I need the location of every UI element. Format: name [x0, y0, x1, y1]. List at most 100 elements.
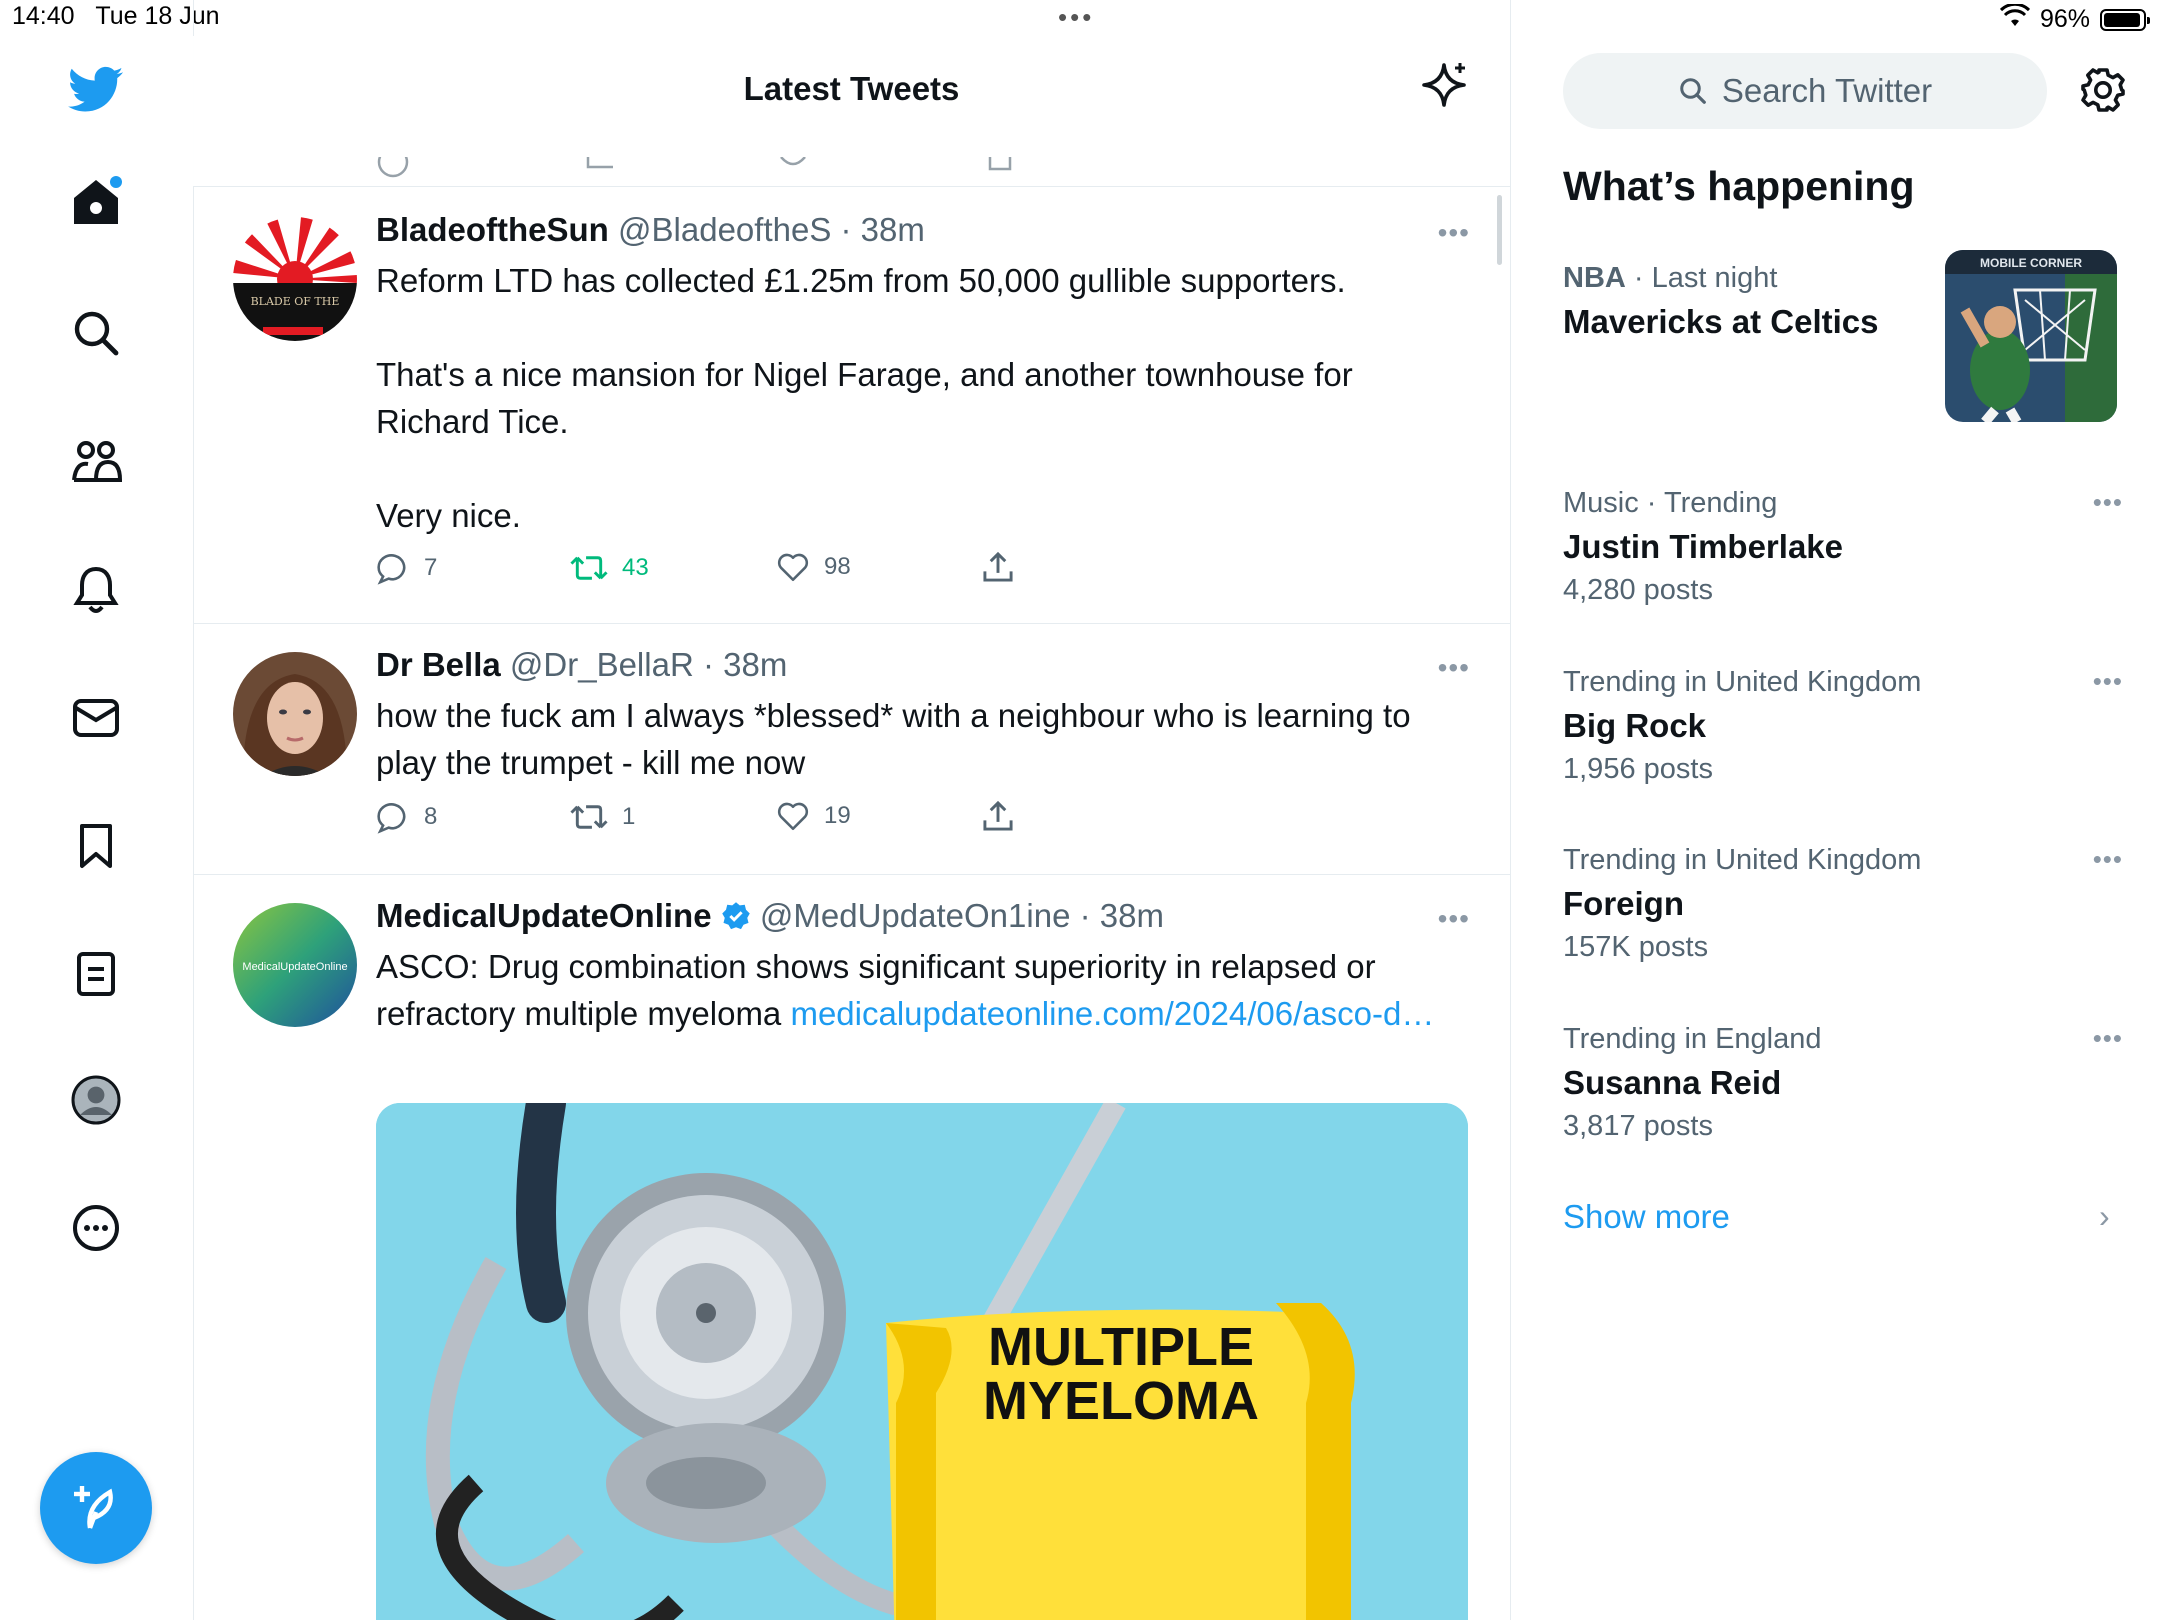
tweet-more-button[interactable]: •••: [1438, 652, 1470, 684]
search-icon[interactable]: [66, 303, 126, 363]
profile-avatar-icon[interactable]: [66, 1070, 126, 1130]
trend-name: Susanna Reid: [1563, 1064, 1782, 1101]
reply-count: 7: [424, 554, 438, 581]
communities-icon[interactable]: [66, 432, 126, 492]
trend-name: Justin Timberlake: [1563, 528, 1844, 565]
sparkle-timeline-icon[interactable]: [1420, 61, 1470, 116]
trend-more-button[interactable]: •••: [2093, 487, 2123, 518]
svg-text:MULTIPLE: MULTIPLE: [988, 1317, 1254, 1377]
separator-dot: ·: [831, 211, 861, 248]
retweet-icon: [570, 556, 608, 580]
author-name[interactable]: MedicalUpdateOnline: [376, 897, 712, 934]
retweet-icon: [570, 805, 608, 829]
svg-text:MYELOMA: MYELOMA: [983, 1371, 1259, 1431]
tweet-time[interactable]: 38m: [861, 211, 925, 248]
search-icon: [1680, 78, 1706, 104]
chevron-right-icon: ›: [2099, 1198, 2110, 1234]
twitter-logo-icon[interactable]: [66, 60, 126, 120]
notifications-bell-icon[interactable]: [66, 560, 126, 620]
author-handle[interactable]: @BladeoftheS: [618, 211, 831, 248]
share-button[interactable]: [982, 551, 1014, 583]
author-handle[interactable]: @Dr_BellaR: [510, 646, 694, 683]
trend-count: 4,280 posts: [1563, 574, 1713, 606]
trend-more-button[interactable]: •••: [2093, 666, 2123, 697]
trend-item[interactable]: Trending in England Susanna Reid 3,817 p…: [1563, 1023, 2123, 1143]
trend-name: Foreign: [1563, 885, 1684, 922]
scrolled-tweet-actions: [193, 157, 1510, 185]
section-title: What’s happening: [1563, 163, 1915, 209]
svg-text:MOBILE CORNER: MOBILE CORNER: [1980, 256, 2082, 270]
trend-context-extra: Last night: [1651, 262, 1778, 294]
like-count: 98: [824, 553, 851, 580]
trend-count: 3,817 posts: [1563, 1110, 1713, 1142]
svg-text:BLADE OF THE: BLADE OF THE: [251, 295, 340, 308]
trend-context: Trending in United Kingdom: [1563, 666, 1922, 698]
more-options-icon[interactable]: [66, 1198, 126, 1258]
avatar[interactable]: BLADE OF THE: [233, 217, 357, 341]
reply-button[interactable]: 8: [376, 800, 437, 834]
tweet-time[interactable]: 38m: [1100, 897, 1164, 934]
trend-item[interactable]: Trending in United Kingdom Big Rock 1,95…: [1563, 666, 2123, 786]
tweet-actions: 8 1 19: [376, 800, 1076, 840]
tweet-header: Dr Bella @Dr_BellaR · 38m: [376, 646, 787, 684]
page-title: Latest Tweets: [743, 70, 960, 107]
retweet-count: 1: [622, 803, 636, 830]
separator-dot: ·: [693, 646, 724, 683]
tweet-media-image[interactable]: MULTIPLE MYELOMA: [376, 1103, 1468, 1620]
trend-thumbnail[interactable]: MOBILE CORNER: [1945, 250, 2117, 422]
trend-more-button[interactable]: •••: [2093, 1023, 2123, 1054]
trend-context: Music · Trending: [1563, 487, 1778, 519]
compose-tweet-button[interactable]: [40, 1452, 152, 1564]
lists-icon[interactable]: [66, 944, 126, 1004]
retweet-count: 43: [622, 554, 649, 581]
compose-feather-icon: [74, 1486, 113, 1529]
author-name[interactable]: Dr Bella: [376, 646, 501, 683]
author-name[interactable]: BladeoftheSun: [376, 211, 609, 248]
tweet-more-button[interactable]: •••: [1438, 903, 1470, 935]
left-navigation: [0, 0, 194, 1620]
settings-gear-icon[interactable]: [2079, 66, 2127, 119]
tweet-text: Reform LTD has collected £1.25m from 50,…: [376, 262, 1353, 534]
tweet-link[interactable]: medicalupdateonline.com/2024/06/asco-d…: [790, 995, 1434, 1032]
share-button[interactable]: [982, 800, 1014, 832]
reply-button[interactable]: 7: [376, 551, 437, 585]
heart-icon: [777, 802, 809, 831]
trend-context: Trending in United Kingdom: [1563, 844, 1922, 876]
trend-count: 1,956 posts: [1563, 753, 1713, 785]
tweet-more-button[interactable]: •••: [1438, 217, 1470, 249]
trend-count: 157K posts: [1563, 931, 1709, 963]
svg-text:MedicalUpdateOnline: MedicalUpdateOnline: [242, 961, 347, 973]
trend-context: Trending in England: [1563, 1023, 1822, 1055]
tweet-header: MedicalUpdateOnline @MedUpdateOn1ine · 3…: [376, 897, 1164, 935]
tweet-time[interactable]: 38m: [723, 646, 787, 683]
trend-separator: ·: [1625, 262, 1652, 294]
retweet-button[interactable]: 1: [570, 800, 635, 834]
reply-icon: [377, 803, 406, 834]
show-more-link[interactable]: Show more: [1563, 1198, 1730, 1236]
avatar[interactable]: MedicalUpdateOnline: [233, 903, 357, 1027]
messages-mail-icon[interactable]: [66, 688, 126, 748]
home-icon[interactable]: [66, 172, 126, 232]
tweet-header: BladeoftheSun @BladeoftheS · 38m: [376, 211, 925, 249]
author-handle[interactable]: @MedUpdateOn1ine: [760, 897, 1071, 934]
like-button[interactable]: 98: [776, 551, 851, 583]
separator-dot: ·: [1070, 897, 1100, 934]
like-button[interactable]: 19: [776, 800, 851, 832]
bookmarks-icon[interactable]: [66, 816, 126, 876]
main-feed[interactable]: Latest Tweets BLADE OF THE BladeoftheSun: [193, 0, 1511, 1620]
avatar[interactable]: [233, 652, 357, 776]
trend-category: NBA: [1563, 262, 1626, 294]
trend-more-button[interactable]: •••: [2093, 844, 2123, 875]
like-count: 19: [824, 802, 851, 829]
tweet-card[interactable]: Dr Bella @Dr_BellaR · 38m ••• how the fu…: [193, 624, 1510, 875]
reply-icon: [377, 554, 406, 585]
retweet-button[interactable]: 43: [570, 551, 649, 585]
trend-item[interactable]: Trending in United Kingdom Foreign 157K …: [1563, 844, 2123, 964]
tweet-card[interactable]: BLADE OF THE BladeoftheSun @BladeoftheS …: [193, 187, 1510, 624]
tweet-text: ASCO: Drug combination shows significant…: [376, 943, 1461, 1037]
trend-item[interactable]: Music · Trending Justin Timberlake 4,280…: [1563, 487, 2123, 607]
reply-count: 8: [424, 803, 438, 830]
trend-item[interactable]: NBA · Last night Mavericks at Celtics MO…: [1563, 250, 2123, 422]
search-input[interactable]: Search Twitter: [1563, 53, 2047, 129]
trend-name: Big Rock: [1563, 707, 1707, 744]
